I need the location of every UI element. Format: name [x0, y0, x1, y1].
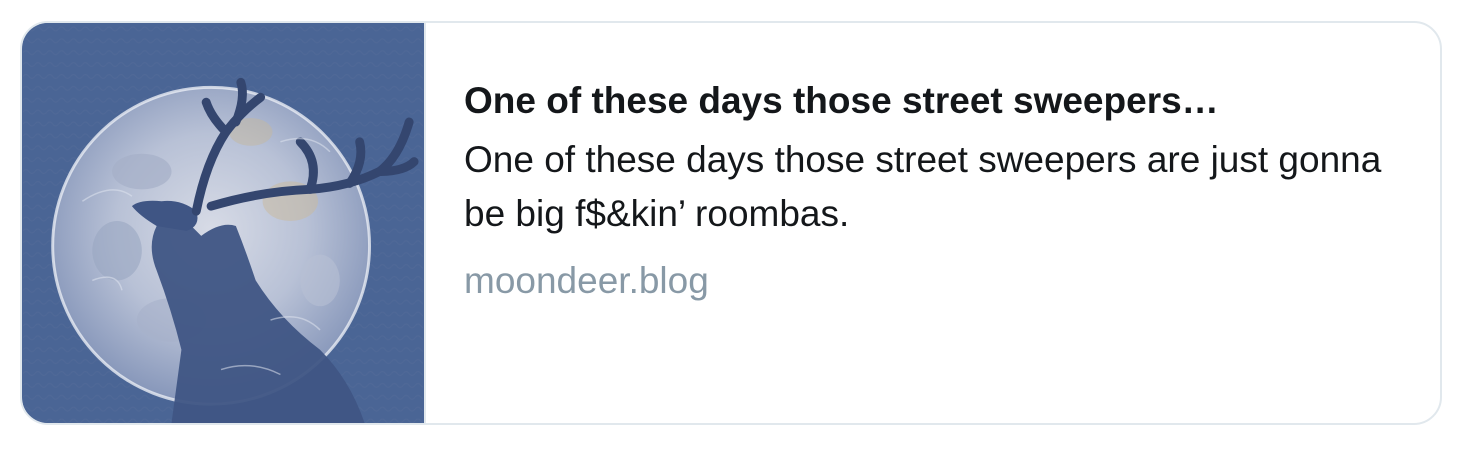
card-description: One of these days those street sweepers …: [464, 139, 1382, 234]
moon-deer-illustration-icon: [23, 23, 423, 423]
card-text-content[interactable]: One of these days those street sweepers……: [426, 23, 1440, 423]
card-domain[interactable]: moondeer.blog: [464, 259, 1400, 303]
card-thumbnail-image[interactable]: [22, 23, 426, 423]
card-title[interactable]: One of these days those street sweepers…: [464, 79, 1400, 123]
link-preview-card[interactable]: One of these days those street sweepers……: [20, 21, 1442, 425]
